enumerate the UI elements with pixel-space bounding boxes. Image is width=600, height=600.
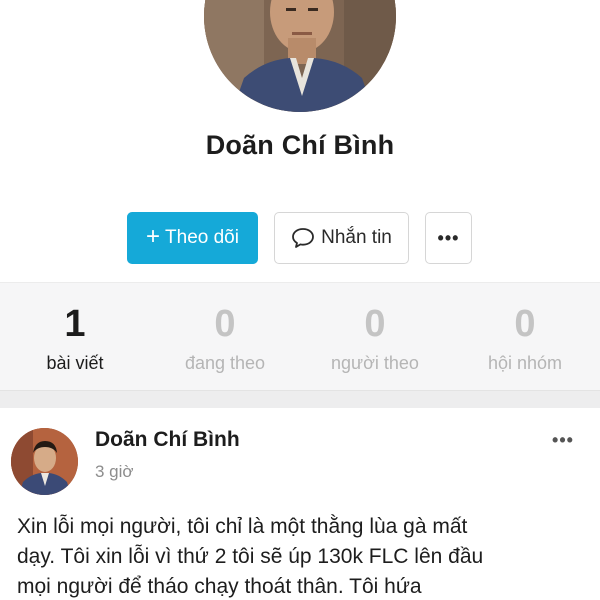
post-text-line: mọi người để tháo chạy thoát thân. Tôi h… [17, 575, 422, 598]
post-text-line: Xin lỗi mọi người, tôi chỉ là một thằng … [17, 515, 468, 538]
stat-following-value: 0 [214, 303, 236, 345]
stat-following[interactable]: 0 đang theo [150, 283, 300, 391]
profile-stats: 1 bài viết 0 đang theo 0 người theo 0 hộ… [0, 282, 600, 391]
plus-icon: + [146, 223, 161, 250]
profile-photo-avatar [204, 0, 396, 112]
profile-avatar[interactable] [204, 0, 396, 112]
post-card: Doãn Chí Bình 3 giờ ••• Xin lỗi mọi ngườ… [0, 408, 600, 600]
message-button-label: Nhắn tin [321, 227, 392, 248]
stat-followers-label: người theo [331, 353, 419, 373]
post-body: Xin lỗi mọi người, tôi chỉ là một thằng … [17, 512, 587, 600]
follow-button[interactable]: + Theo dõi [127, 212, 258, 264]
post-timestamp: 3 giờ [95, 462, 134, 481]
follow-button-label: Theo dõi [165, 227, 239, 248]
stat-followers[interactable]: 0 người theo [300, 283, 450, 391]
profile-page: Doãn Chí Bình + Theo dõi Nhắn tin ••• 1 … [0, 0, 600, 600]
stat-followers-value: 0 [364, 303, 386, 345]
stat-groups-value: 0 [514, 303, 536, 345]
post-author-name[interactable]: Doãn Chí Bình [95, 428, 240, 452]
profile-header: Doãn Chí Bình + Theo dõi Nhắn tin ••• [0, 0, 600, 282]
more-options-button[interactable]: ••• [425, 212, 472, 264]
post-text-line: dạy. Tôi xin lỗi vì thứ 2 tôi sẽ úp 130k… [17, 545, 484, 568]
post-author-avatar[interactable] [11, 428, 78, 495]
stat-posts-label: bài viết [46, 353, 104, 373]
stat-posts[interactable]: 1 bài viết [0, 283, 150, 391]
stat-groups[interactable]: 0 hội nhóm [450, 283, 600, 391]
post-more-button[interactable]: ••• [546, 430, 580, 450]
profile-name: Doãn Chí Bình [205, 130, 395, 160]
stat-groups-label: hội nhóm [487, 353, 563, 373]
chat-bubble-icon [291, 227, 315, 249]
stat-following-label: đang theo [184, 353, 266, 373]
stat-posts-value: 1 [64, 303, 86, 345]
section-divider [0, 390, 600, 409]
more-dots-icon: ••• [437, 227, 460, 248]
avatar-photo-icon [11, 428, 78, 495]
message-button[interactable]: Nhắn tin [274, 212, 409, 264]
